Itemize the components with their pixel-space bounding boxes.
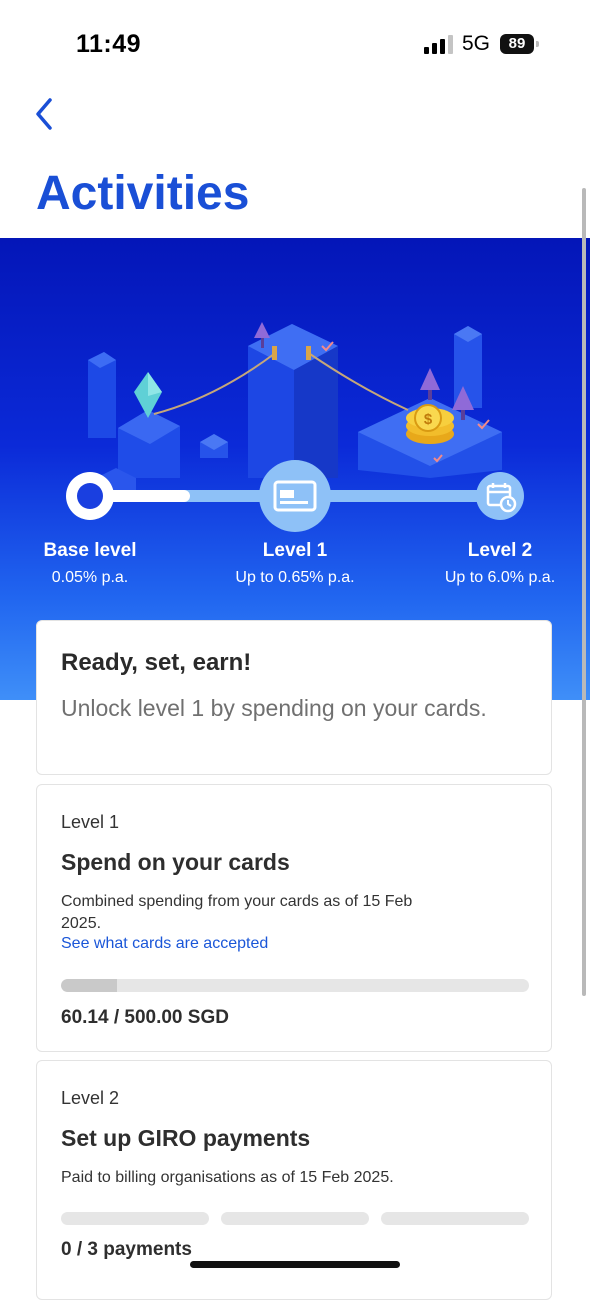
- level-rate: Up to 0.65% p.a.: [235, 569, 355, 586]
- spending-progress-fill: [61, 979, 118, 992]
- level1-card: Level 1 Spend on your cards Combined spe…: [36, 784, 552, 1052]
- intro-subtitle: Unlock level 1 by spending on your cards…: [61, 695, 487, 721]
- calendar-clock-icon: [486, 483, 517, 513]
- level-name: Base level: [43, 540, 137, 561]
- level2-title: Set up GIRO payments: [61, 1125, 311, 1151]
- level1-title: Spend on your cards: [61, 849, 290, 875]
- level-name: Level 1: [262, 540, 328, 561]
- status-bar: 11:49 5G 89: [0, 0, 590, 90]
- base-level-label: Base level 0.05% p.a.: [0, 540, 180, 587]
- level1-node: [259, 460, 331, 532]
- back-chevron-icon[interactable]: [28, 94, 68, 134]
- intro-title: Ready, set, earn!: [61, 649, 252, 676]
- accepted-cards-link[interactable]: See what cards are accepted: [61, 935, 268, 953]
- level2-eyebrow: Level 2: [61, 1088, 120, 1108]
- level1-label: Level 1 Up to 0.65% p.a.: [205, 540, 385, 587]
- level-rate: Up to 6.0% p.a.: [444, 569, 556, 586]
- intro-card: Ready, set, earn! Unlock level 1 by spen…: [36, 620, 552, 775]
- spending-progress-bar: [61, 979, 529, 992]
- battery-level: 89: [500, 34, 534, 54]
- signal-icon: [424, 35, 453, 54]
- giro-value: 0 / 3 payments: [61, 1239, 192, 1260]
- card-icon: [273, 480, 317, 512]
- level-rate: 0.05% p.a.: [51, 569, 129, 586]
- spending-value: 60.14 / 500.00 SGD: [61, 1007, 229, 1028]
- home-indicator[interactable]: [190, 1261, 400, 1268]
- level2-label: Level 2 Up to 6.0% p.a.: [410, 540, 590, 587]
- page-title: Activities: [36, 167, 250, 220]
- network-label: 5G: [462, 32, 491, 55]
- giro-progress-segment: [381, 1212, 529, 1225]
- level2-description: Paid to billing organisations as of 15 F…: [61, 1169, 394, 1186]
- level2-node: [476, 472, 524, 520]
- battery-icon: 89: [500, 34, 540, 54]
- level1-eyebrow: Level 1: [61, 812, 120, 832]
- level1-description: Combined spending from your cards as of …: [61, 893, 413, 932]
- giro-progress-segment: [221, 1212, 369, 1225]
- status-time: 11:49: [76, 30, 142, 58]
- scrollbar[interactable]: [582, 188, 586, 996]
- svg-text:$: $: [424, 411, 433, 428]
- base-level-node: [66, 472, 114, 520]
- giro-progress-segment: [61, 1212, 209, 1225]
- level-name: Level 2: [467, 540, 533, 561]
